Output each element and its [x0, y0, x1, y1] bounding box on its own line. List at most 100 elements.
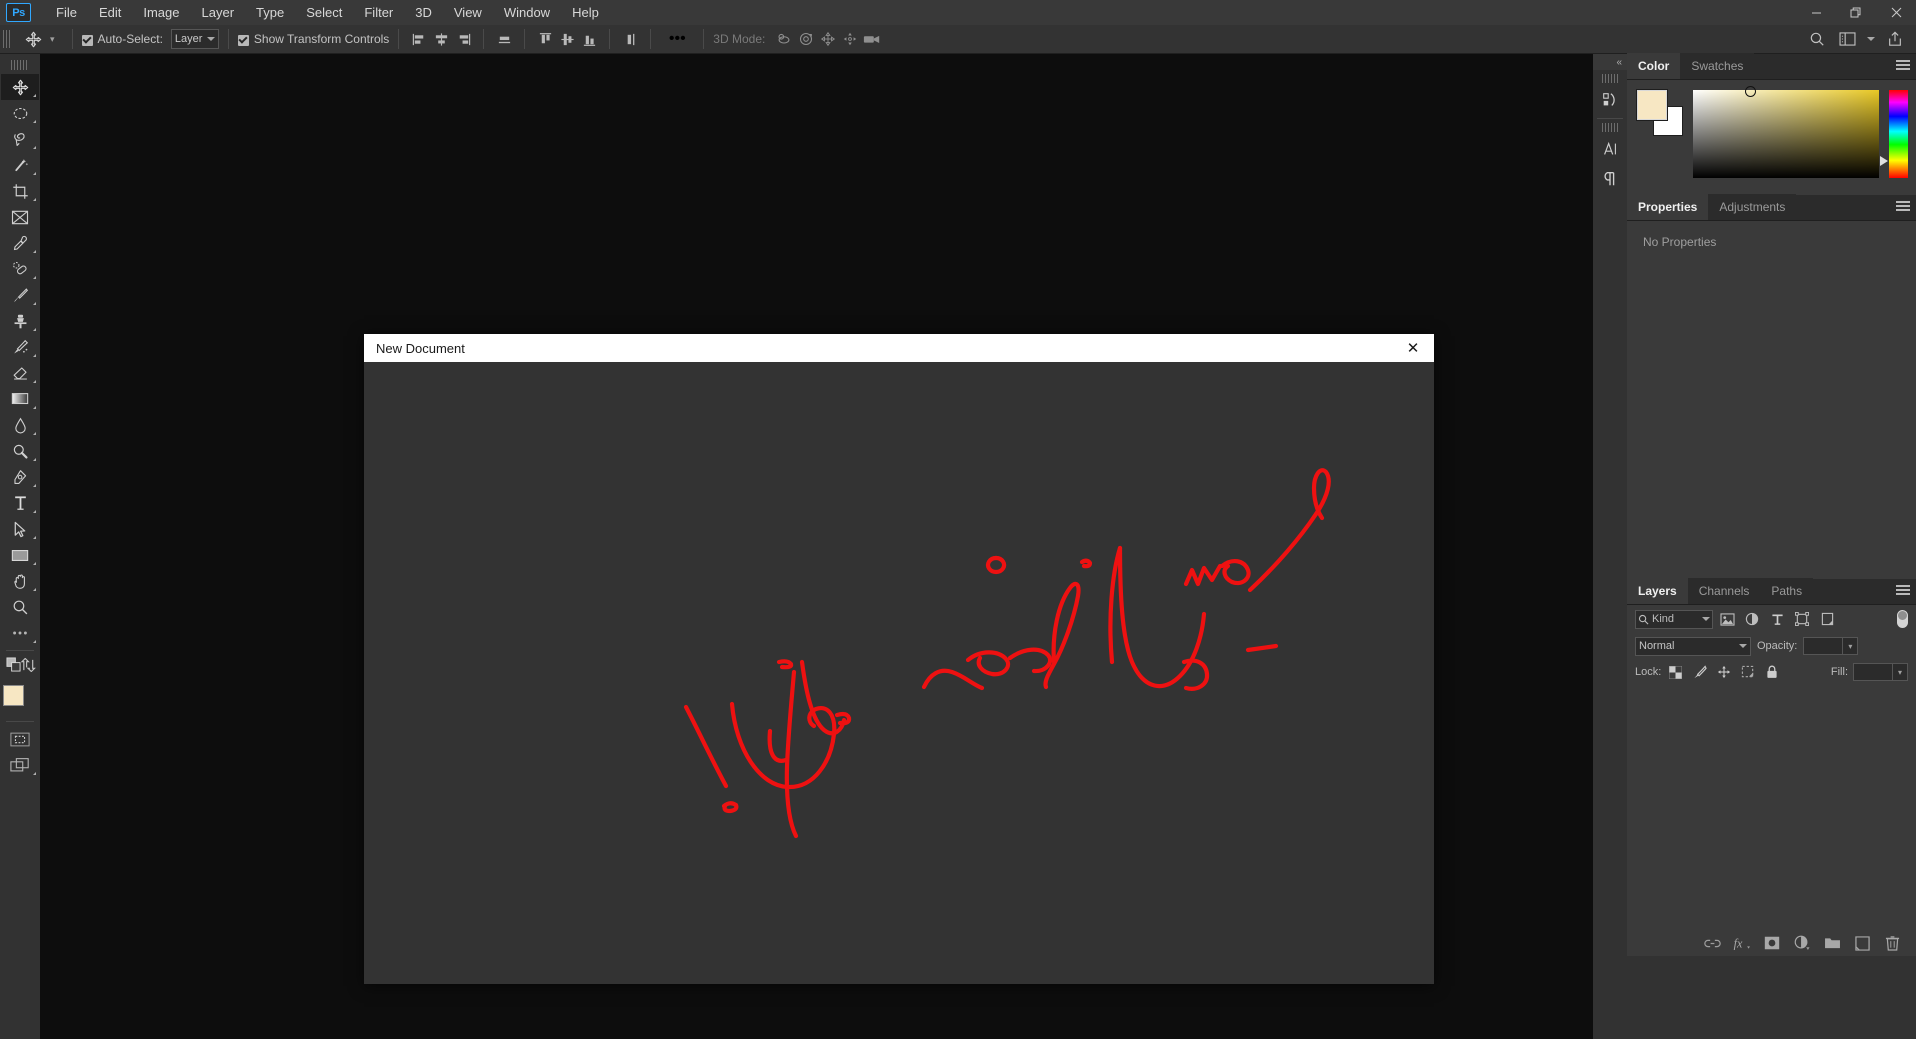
- tool-zoom[interactable]: [1, 594, 39, 620]
- layer-filter-kind-dropdown[interactable]: Kind: [1635, 609, 1713, 629]
- tool-eraser[interactable]: [1, 360, 39, 386]
- align-horizontal-centers-icon[interactable]: [430, 28, 452, 50]
- character-panel-icon[interactable]: [1593, 134, 1627, 164]
- close-button[interactable]: [1876, 0, 1916, 25]
- align-right-edges-icon[interactable]: [452, 28, 474, 50]
- tool-history-brush[interactable]: [1, 334, 39, 360]
- tool-blur[interactable]: [1, 412, 39, 438]
- tab-adjustments[interactable]: Adjustments: [1708, 194, 1797, 220]
- link-layers-icon[interactable]: [1702, 933, 1722, 953]
- panel-menu-icon[interactable]: [1896, 60, 1910, 72]
- restore-button[interactable]: [1836, 0, 1876, 25]
- workspace-arrange-icon[interactable]: [1832, 26, 1862, 52]
- tool-clone-stamp[interactable]: [1, 308, 39, 334]
- close-icon[interactable]: ✕: [1398, 336, 1428, 360]
- auto-select-checkbox[interactable]: [81, 34, 93, 46]
- filter-adjustment-layers-icon[interactable]: [1741, 608, 1763, 630]
- hue-slider-marker[interactable]: [1880, 156, 1888, 166]
- default-colors-icon[interactable]: [6, 657, 21, 677]
- distribute-horizontally-icon[interactable]: [493, 28, 515, 50]
- tool-type[interactable]: [1, 490, 39, 516]
- roll-3d-icon[interactable]: [795, 28, 817, 50]
- camera-3d-icon[interactable]: [861, 28, 883, 50]
- menu-item-image[interactable]: Image: [132, 1, 190, 24]
- tool-path-selection[interactable]: [1, 516, 39, 542]
- align-top-edges-icon[interactable]: [534, 28, 556, 50]
- tool-frame[interactable]: [1, 204, 39, 230]
- paragraph-panel-icon[interactable]: [1593, 164, 1627, 194]
- menu-item-filter[interactable]: Filter: [353, 1, 404, 24]
- history-panel-icon[interactable]: [1593, 85, 1627, 115]
- tab-color[interactable]: Color: [1627, 53, 1681, 79]
- menu-item-window[interactable]: Window: [493, 1, 561, 24]
- layers-list[interactable]: [1627, 685, 1916, 930]
- panel-menu-icon[interactable]: [1896, 201, 1910, 213]
- tools-panel-grip[interactable]: [11, 60, 29, 70]
- lock-transparent-pixels-icon[interactable]: [1666, 663, 1685, 682]
- lock-image-pixels-icon[interactable]: [1690, 663, 1709, 682]
- screen-mode-icon[interactable]: [1, 752, 39, 778]
- collapse-panels-button[interactable]: «: [1593, 54, 1627, 70]
- distribute-vertically-icon[interactable]: [619, 28, 641, 50]
- dialog-titlebar[interactable]: New Document ✕: [364, 334, 1434, 362]
- color-field-cursor[interactable]: [1745, 86, 1756, 97]
- new-adjustment-layer-icon[interactable]: [1792, 933, 1812, 953]
- fill-stepper-chevron-down-icon[interactable]: ▾: [1893, 663, 1908, 681]
- tool-dodge[interactable]: [1, 438, 39, 464]
- tool-hand[interactable]: [1, 568, 39, 594]
- fill-input[interactable]: [1853, 663, 1893, 681]
- tool-preset-chevron-down-icon[interactable]: ▾: [50, 34, 55, 45]
- lock-artboard-nesting-icon[interactable]: [1738, 663, 1757, 682]
- align-left-edges-icon[interactable]: [408, 28, 430, 50]
- filter-smart-object-icon[interactable]: [1816, 608, 1838, 630]
- filter-enable-toggle[interactable]: [1897, 610, 1908, 628]
- tool-rectangular-marquee[interactable]: [1, 100, 39, 126]
- tab-properties[interactable]: Properties: [1627, 194, 1709, 220]
- tab-layers[interactable]: Layers: [1627, 578, 1688, 604]
- new-layer-icon[interactable]: [1852, 933, 1872, 953]
- dock-grip[interactable]: [1602, 74, 1618, 83]
- options-bar-grip[interactable]: [3, 30, 11, 48]
- tool-move[interactable]: [1, 74, 39, 100]
- tool-spot-healing-brush[interactable]: [1, 256, 39, 282]
- foreground-color-swatch[interactable]: [3, 685, 24, 706]
- filter-pixel-layers-icon[interactable]: [1716, 608, 1738, 630]
- lock-position-icon[interactable]: [1714, 663, 1733, 682]
- quick-mask-mode-icon[interactable]: [1, 726, 39, 752]
- add-layer-mask-icon[interactable]: [1762, 933, 1782, 953]
- menu-item-view[interactable]: View: [443, 1, 493, 24]
- hue-slider[interactable]: [1880, 90, 1908, 178]
- orbit-3d-icon[interactable]: [773, 28, 795, 50]
- show-transform-controls-checkbox[interactable]: [237, 34, 249, 46]
- delete-layer-icon[interactable]: [1882, 933, 1902, 953]
- opacity-input[interactable]: [1803, 637, 1844, 655]
- chevron-down-icon[interactable]: [1862, 26, 1880, 52]
- tool-magic-wand[interactable]: [1, 152, 39, 178]
- menu-item-edit[interactable]: Edit: [88, 1, 132, 24]
- tool-gradient[interactable]: [1, 386, 39, 412]
- lock-all-icon[interactable]: [1762, 663, 1781, 682]
- menu-item-layer[interactable]: Layer: [191, 1, 246, 24]
- pan-3d-icon[interactable]: [817, 28, 839, 50]
- search-icon[interactable]: [1802, 26, 1832, 52]
- filter-shape-layers-icon[interactable]: [1791, 608, 1813, 630]
- menu-item-file[interactable]: File: [45, 1, 88, 24]
- align-vertical-centers-icon[interactable]: [556, 28, 578, 50]
- minimize-button[interactable]: [1796, 0, 1836, 25]
- active-tool-icon-move[interactable]: [18, 27, 48, 51]
- slide-3d-icon[interactable]: [839, 28, 861, 50]
- opacity-stepper-chevron-down-icon[interactable]: ▾: [1843, 637, 1859, 655]
- tool-lasso[interactable]: [1, 126, 39, 152]
- menu-item-type[interactable]: Type: [245, 1, 295, 24]
- tool-eyedropper[interactable]: [1, 230, 39, 256]
- more-options-button[interactable]: •••: [660, 28, 694, 50]
- blend-mode-dropdown[interactable]: Normal: [1635, 636, 1751, 656]
- document-canvas-area[interactable]: New Document ✕: [40, 54, 1593, 1039]
- tab-swatches[interactable]: Swatches: [1680, 53, 1755, 79]
- swap-colors-icon[interactable]: [20, 657, 36, 677]
- new-group-icon[interactable]: [1822, 933, 1842, 953]
- panel-menu-icon[interactable]: [1896, 585, 1910, 597]
- tab-channels[interactable]: Channels: [1687, 578, 1761, 604]
- layer-styles-fx-icon[interactable]: fx: [1732, 933, 1752, 953]
- dock-grip[interactable]: [1602, 123, 1618, 132]
